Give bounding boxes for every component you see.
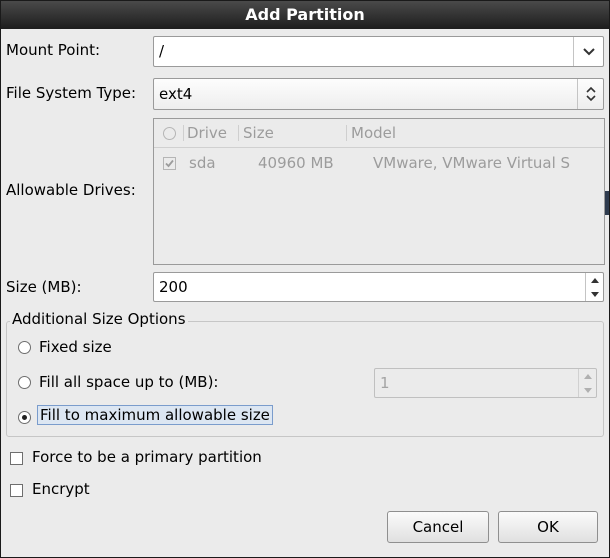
column-header-drive[interactable]: Drive xyxy=(187,124,227,142)
size-spin-buttons[interactable] xyxy=(585,273,603,301)
encrypt-label[interactable]: Encrypt xyxy=(32,480,90,498)
spin-up-icon[interactable] xyxy=(579,369,596,383)
fill-upto-spin-buttons[interactable] xyxy=(578,369,596,397)
fill-upto-spinbutton[interactable]: 1 xyxy=(374,368,597,398)
column-divider xyxy=(238,125,239,141)
fill-upto-value: 1 xyxy=(380,374,390,392)
spin-up-icon[interactable] xyxy=(586,273,603,287)
spin-down-icon[interactable] xyxy=(579,383,596,397)
table-header: Drive Size Model xyxy=(154,119,604,148)
header-radio-icon[interactable] xyxy=(163,127,176,140)
allowable-drives-label: Allowable Drives: xyxy=(6,181,136,199)
fs-type-label: File System Type: xyxy=(6,84,137,102)
fs-type-select[interactable]: ext4 xyxy=(153,78,604,110)
fill-max-label[interactable]: Fill to maximum allowable size xyxy=(37,405,273,425)
up-down-arrows-icon[interactable] xyxy=(577,79,603,109)
encrypt-checkbox[interactable] xyxy=(10,484,23,497)
fixed-size-radio[interactable] xyxy=(18,341,31,354)
window-title: Add Partition xyxy=(1,1,609,29)
mount-point-combo[interactable]: / xyxy=(153,36,604,67)
force-primary-checkbox[interactable] xyxy=(10,452,23,465)
row-check-icon[interactable] xyxy=(163,157,176,170)
size-spinbutton[interactable]: 200 xyxy=(153,272,604,302)
force-primary-label[interactable]: Force to be a primary partition xyxy=(32,448,262,466)
spin-down-icon[interactable] xyxy=(586,287,603,301)
size-label: Size (MB): xyxy=(6,278,82,296)
fill-upto-label[interactable]: Fill all space up to (MB): xyxy=(39,373,219,391)
cell-size: 40960 MB xyxy=(258,154,334,172)
mount-point-label: Mount Point: xyxy=(6,41,101,59)
additional-size-title: Additional Size Options xyxy=(10,310,188,328)
cell-model: VMware, VMware Virtual S xyxy=(373,154,571,172)
column-header-model[interactable]: Model xyxy=(351,124,396,142)
column-divider xyxy=(183,125,184,141)
fill-max-radio[interactable] xyxy=(18,411,31,424)
background-window-edge xyxy=(605,191,609,215)
chevron-down-icon[interactable] xyxy=(573,37,603,66)
drives-table: Drive Size Model sda 40960 MB VMware, VM… xyxy=(153,118,605,265)
column-divider xyxy=(346,125,347,141)
cancel-button[interactable]: Cancel xyxy=(387,511,489,543)
size-value[interactable]: 200 xyxy=(159,278,188,296)
mount-point-value[interactable]: / xyxy=(159,37,164,65)
ok-button[interactable]: OK xyxy=(498,511,598,543)
fs-type-value: ext4 xyxy=(159,85,193,103)
add-partition-dialog: Add Partition Mount Point: / File System… xyxy=(0,0,610,558)
cell-drive: sda xyxy=(189,154,216,172)
fill-upto-radio[interactable] xyxy=(18,376,31,389)
column-header-size[interactable]: Size xyxy=(243,124,274,142)
fixed-size-label[interactable]: Fixed size xyxy=(39,338,112,356)
